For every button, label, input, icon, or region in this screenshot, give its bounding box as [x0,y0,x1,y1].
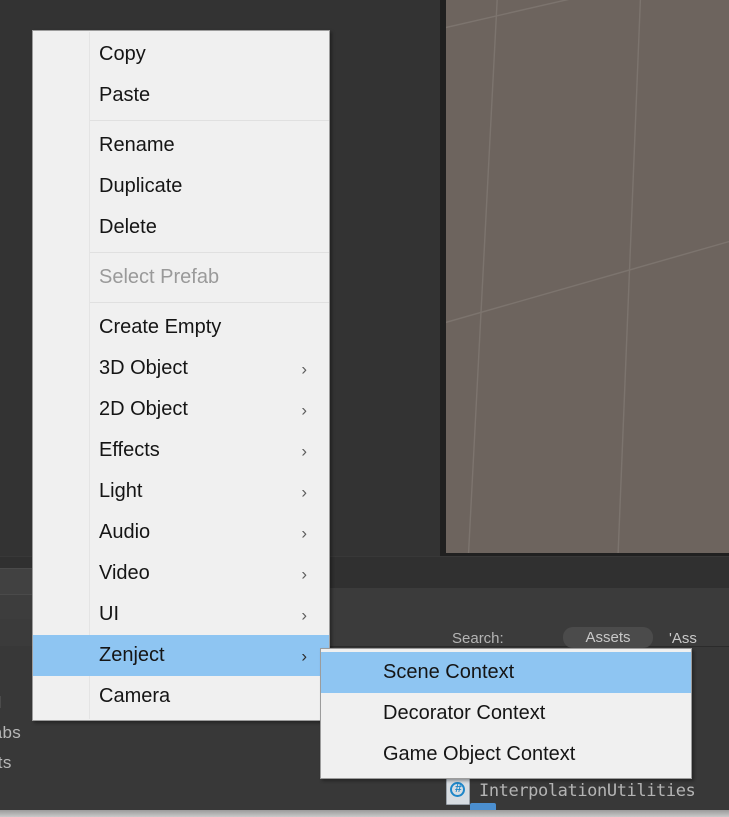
menu-item-zenject[interactable]: Zenject › [33,635,329,676]
menu-item-label: 2D Object [99,398,188,420]
window-bottom-edge [0,810,729,817]
chevron-right-icon: › [301,441,307,460]
menu-item-light[interactable]: Light › [33,471,329,512]
menu-item-delete[interactable]: Delete [33,207,329,248]
menu-separator [89,302,329,303]
chevron-right-icon: › [301,359,307,378]
menu-item-label: Copy [99,43,146,65]
hierarchy-context-menu[interactable]: Copy Paste Rename Duplicate Delete Select Pre… [32,30,330,721]
assets-filter-chip[interactable]: Assets [563,627,653,648]
menu-item-video[interactable]: Video › [33,553,329,594]
menu-item-2d-object[interactable]: 2D Object › [33,389,329,430]
screen: tion esterdelefabsripts Search: Assets '… [0,0,729,817]
menu-item-rename[interactable]: Rename [33,125,329,166]
menu-item-effects[interactable]: Effects › [33,430,329,471]
assets-path-trail: 'Ass [669,630,697,647]
folder-item[interactable]: del [0,693,2,713]
menu-separator [89,252,329,253]
zenject-submenu[interactable]: Scene Context Decorator Context Game Objec… [320,648,692,779]
scene-grid-icon [446,0,729,556]
chevron-right-icon: › [301,564,307,583]
menu-item-audio[interactable]: Audio › [33,512,329,553]
menu-item-label: Video [99,562,150,584]
project-asset-label: InterpolationUtilities [479,781,696,801]
search-label: Search: [452,630,504,647]
chevron-right-icon: › [301,605,307,624]
menu-item-label: Delete [99,216,157,238]
scene-view-divider [440,0,446,556]
menu-item-ui[interactable]: UI › [33,594,329,635]
menu-item-label: 3D Object [99,357,188,379]
chevron-right-icon: › [301,400,307,419]
menu-item-label: Light [99,480,143,502]
menu-item-label: Camera [99,685,171,707]
menu-item-camera[interactable]: Camera [33,676,329,717]
menu-separator [89,120,329,121]
submenu-item-game-object-context[interactable]: Game Object Context [321,734,691,775]
menu-item-paste[interactable]: Paste [33,75,329,116]
menu-item-copy[interactable]: Copy [33,34,329,75]
chevron-right-icon: › [301,523,307,542]
menu-item-duplicate[interactable]: Duplicate [33,166,329,207]
menu-item-label: Duplicate [99,175,183,197]
menu-item-label: Zenject [99,644,165,666]
menu-item-label: Rename [99,134,175,156]
menu-item-create-empty[interactable]: Create Empty [33,307,329,348]
menu-item-label: Audio [99,521,151,543]
submenu-item-decorator-context[interactable]: Decorator Context [321,693,691,734]
menu-item-label: Effects [99,439,160,461]
folder-item[interactable]: ripts [0,753,12,773]
assets-filter-chip-label: Assets [585,629,631,646]
csharp-script-icon: # [446,777,470,805]
menu-item-label: UI [99,603,119,625]
menu-item-select-prefab: Select Prefab [33,257,329,298]
submenu-item-label: Decorator Context [383,702,546,724]
menu-item-label: Select Prefab [99,266,220,288]
menu-item-label: Paste [99,84,151,106]
chevron-right-icon: › [301,482,307,501]
scene-view[interactable] [446,0,729,556]
csharp-hash-glyph: # [455,781,462,795]
menu-item-label: Create Empty [99,316,222,338]
chevron-right-icon: › [301,646,307,665]
submenu-item-label: Game Object Context [383,743,576,765]
project-asset-item[interactable]: # InterpolationUtilities [446,777,696,805]
folder-item[interactable]: efabs [0,723,21,743]
submenu-item-label: Scene Context [383,661,515,683]
menu-item-3d-object[interactable]: 3D Object › [33,348,329,389]
submenu-item-scene-context[interactable]: Scene Context [321,652,691,693]
